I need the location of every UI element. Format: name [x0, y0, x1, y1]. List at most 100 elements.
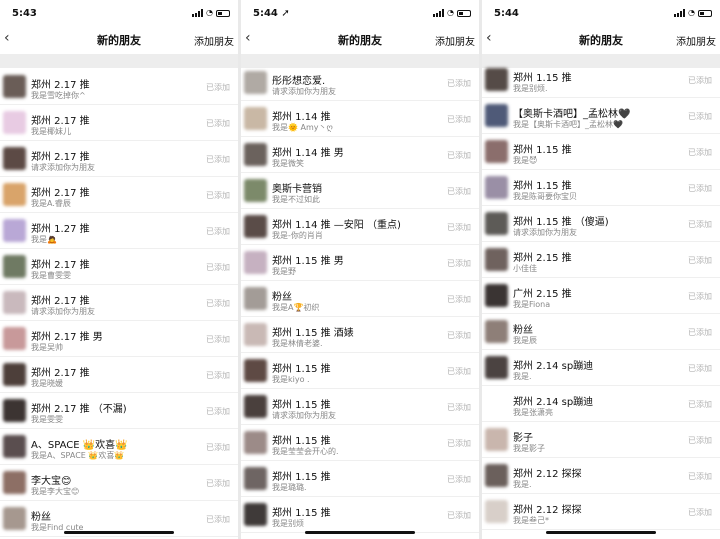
friend-request-row[interactable]: 郑州 2.17 推我是椰妹儿 已添加 — [0, 105, 238, 141]
added-status: 已添加 — [688, 472, 712, 481]
friend-request-row[interactable]: 郑州 1.15 推我是😈 已添加 — [482, 134, 720, 170]
friend-request-row[interactable]: 郑州 1.15 推 酒婊 我是林倩老婆. 已添加 — [241, 317, 479, 353]
friend-request-row[interactable]: 郑州 1.15 推我是莹莹会开心的. 已添加 — [241, 425, 479, 461]
contact-name: 郑州 1.15 推 — [272, 508, 331, 519]
request-message: 我是别烦. — [513, 84, 548, 93]
avatar — [3, 507, 26, 530]
friend-request-row[interactable]: 郑州 2.17 推我是雪吃掉你^ 已添加 — [0, 69, 238, 105]
home-indicator[interactable] — [64, 531, 174, 534]
friend-request-row[interactable]: 粉丝 我是辰 已添加 — [482, 314, 720, 350]
status-icons: ◔ — [433, 9, 471, 17]
contact-name: 郑州 2.14 sp蹦迪 — [513, 397, 594, 408]
contact-name: 郑州 1.15 推 — [272, 364, 331, 375]
request-message: 我是椰妹儿 — [31, 127, 71, 136]
friend-request-row[interactable]: 郑州 1.15 推我是别烦 已添加 — [241, 497, 479, 533]
friend-request-row[interactable]: 郑州 1.14 推我是🌞 Amy丶ღ 已添加 — [241, 101, 479, 137]
friend-request-row[interactable]: 郑州 2.14 sp蹦迪 我是. 已添加 — [482, 350, 720, 386]
status-icons: ◔ — [192, 9, 230, 17]
battery-icon — [698, 9, 712, 17]
friend-request-row[interactable]: 郑州 2.17 推请求添加你为朋友 已添加 — [0, 285, 238, 321]
friend-request-row[interactable]: 郑州 2.15 推小佳佳 已添加 — [482, 242, 720, 278]
home-indicator[interactable] — [305, 531, 415, 534]
friend-request-row[interactable]: 广州 2.15 推我是Fiona 已添加 — [482, 278, 720, 314]
friend-request-row[interactable]: 郑州 2.14 sp蹦迪 我是张潇亮 已添加 — [482, 386, 720, 422]
friend-request-row[interactable]: 郑州 1.15 推我是璐璐. 已添加 — [241, 461, 479, 497]
added-status: 已添加 — [688, 256, 712, 265]
wifi-icon: ◔ — [447, 8, 454, 17]
friend-request-row[interactable]: 【奥斯卡酒吧】_孟松林🖤 我是【奥斯卡酒吧】_孟松林🖤 已添加 — [482, 98, 720, 134]
add-friend-button[interactable]: 添加朋友 — [676, 33, 716, 48]
friend-request-row[interactable]: 郑州 2.17 推我是A.睿辰 已添加 — [0, 177, 238, 213]
request-message: 我是别烦 — [272, 519, 304, 528]
request-message: 我是李大宝😊 — [31, 487, 80, 496]
avatar — [485, 500, 508, 523]
added-status: 已添加 — [206, 119, 230, 128]
friend-request-row[interactable]: 郑州 1.15 推 男我是野 已添加 — [241, 245, 479, 281]
contact-name: 奥斯卡营销 — [272, 184, 322, 195]
added-status: 已添加 — [206, 191, 230, 200]
added-status: 已添加 — [447, 223, 471, 232]
added-status: 已添加 — [206, 227, 230, 236]
added-status: 已添加 — [206, 155, 230, 164]
avatar — [485, 68, 508, 91]
back-button[interactable]: ‹ — [245, 30, 251, 46]
avatar — [3, 255, 26, 278]
back-button[interactable]: ‹ — [4, 30, 10, 46]
friend-request-row[interactable]: 郑州 2.17 推我是曹雯雯 已添加 — [0, 249, 238, 285]
avatar — [3, 75, 26, 98]
contact-name: 郑州 2.17 推 — [31, 260, 90, 271]
home-indicator[interactable] — [546, 531, 656, 534]
added-status: 已添加 — [447, 331, 471, 340]
request-message: 我是莹莹会开心的. — [272, 447, 339, 456]
added-status: 已添加 — [206, 263, 230, 272]
request-message: 我是Fiona — [513, 300, 551, 309]
friend-request-row[interactable]: 郑州 2.12 探探 我是叁己* 已添加 — [482, 494, 720, 530]
friend-request-row[interactable]: 奥斯卡营销 我是不过如此 已添加 — [241, 173, 479, 209]
contact-name: 粉丝 — [513, 325, 533, 336]
avatar — [485, 140, 508, 163]
battery-icon — [457, 9, 471, 17]
request-message: 小佳佳 — [513, 264, 537, 273]
friend-request-row[interactable]: 郑州 1.14 推 —安阳 （重点) 我是-你的肖肖 已添加 — [241, 209, 479, 245]
friend-request-row[interactable]: 李大宝😊 我是李大宝😊 已添加 — [0, 465, 238, 501]
friend-request-row[interactable]: 郑州 1.27 推我是🙇 已添加 — [0, 213, 238, 249]
friend-request-row[interactable]: 郑州 1.15 推我是kiyo . 已添加 — [241, 353, 479, 389]
phone-screen: 5:43 ◔ ‹ 新的朋友 添加朋友 郑州 2.17 推我是雪吃掉你^ 已添加 郑州 2.17… — [0, 0, 238, 539]
back-button[interactable]: ‹ — [486, 30, 492, 46]
request-message: 我是. — [513, 372, 532, 381]
contact-name: 郑州 1.14 推 — [272, 112, 331, 123]
request-message: 我是A🏆初织 — [272, 303, 320, 312]
friend-request-row[interactable]: 郑州 2.17 推请求添加你为朋友 已添加 — [0, 141, 238, 177]
friend-request-row[interactable]: 郑州 1.15 推我是别烦. 已添加 — [482, 62, 720, 98]
add-friend-button[interactable]: 添加朋友 — [194, 33, 234, 48]
added-status: 已添加 — [447, 79, 471, 88]
friend-request-row[interactable]: 郑州 2.12 探探 我是. 已添加 — [482, 458, 720, 494]
contact-name: 郑州 1.15 推 — [513, 145, 572, 156]
avatar — [3, 219, 26, 242]
friend-request-row[interactable]: 郑州 1.15 推请求添加你为朋友 已添加 — [241, 389, 479, 425]
add-friend-button[interactable]: 添加朋友 — [435, 33, 475, 48]
friend-request-row[interactable]: 郑州 2.17 推 （不漏) 我是雯雯 已添加 — [0, 393, 238, 429]
friend-request-row[interactable]: 郑州 1.15 推 （傻逼) 请求添加你为朋友 已添加 — [482, 206, 720, 242]
status-time: 5:44 — [494, 7, 519, 19]
request-message: 我是🙇 — [31, 235, 57, 244]
wifi-icon: ◔ — [206, 8, 213, 17]
friend-request-row[interactable]: 粉丝 我是A🏆初织 已添加 — [241, 281, 479, 317]
friend-request-row[interactable]: 影子 我是影子 已添加 — [482, 422, 720, 458]
friend-request-row[interactable]: 郑州 1.14 推 男我是微笑 已添加 — [241, 137, 479, 173]
signal-icon — [192, 9, 204, 17]
friend-request-row[interactable]: 郑州 1.15 推我是陈哥要你宝贝 已添加 — [482, 170, 720, 206]
avatar — [244, 251, 267, 274]
contact-name: 郑州 1.14 推 —安阳 （重点) — [272, 220, 401, 231]
contact-name: 郑州 2.12 探探 — [513, 505, 582, 516]
friend-request-row[interactable]: 彤彤想恋爱. 请求添加你为朋友 已添加 — [241, 65, 479, 101]
friend-request-row[interactable]: A、SPACE 👑欢喜👑 我是A、SPACE 👑欢喜👑 已添加 — [0, 429, 238, 465]
request-message: 我是🌞 Amy丶ღ — [272, 123, 333, 132]
avatar — [485, 356, 508, 379]
friend-request-row[interactable]: 郑州 2.17 推 男我是吴帅 已添加 — [0, 321, 238, 357]
contact-name: 郑州 1.15 推 男 — [272, 256, 344, 267]
avatar — [3, 435, 26, 458]
request-message: 我是陈哥要你宝贝 — [513, 192, 577, 201]
friend-request-row[interactable]: 郑州 2.17 推我是晓媛 已添加 — [0, 357, 238, 393]
avatar — [3, 363, 26, 386]
